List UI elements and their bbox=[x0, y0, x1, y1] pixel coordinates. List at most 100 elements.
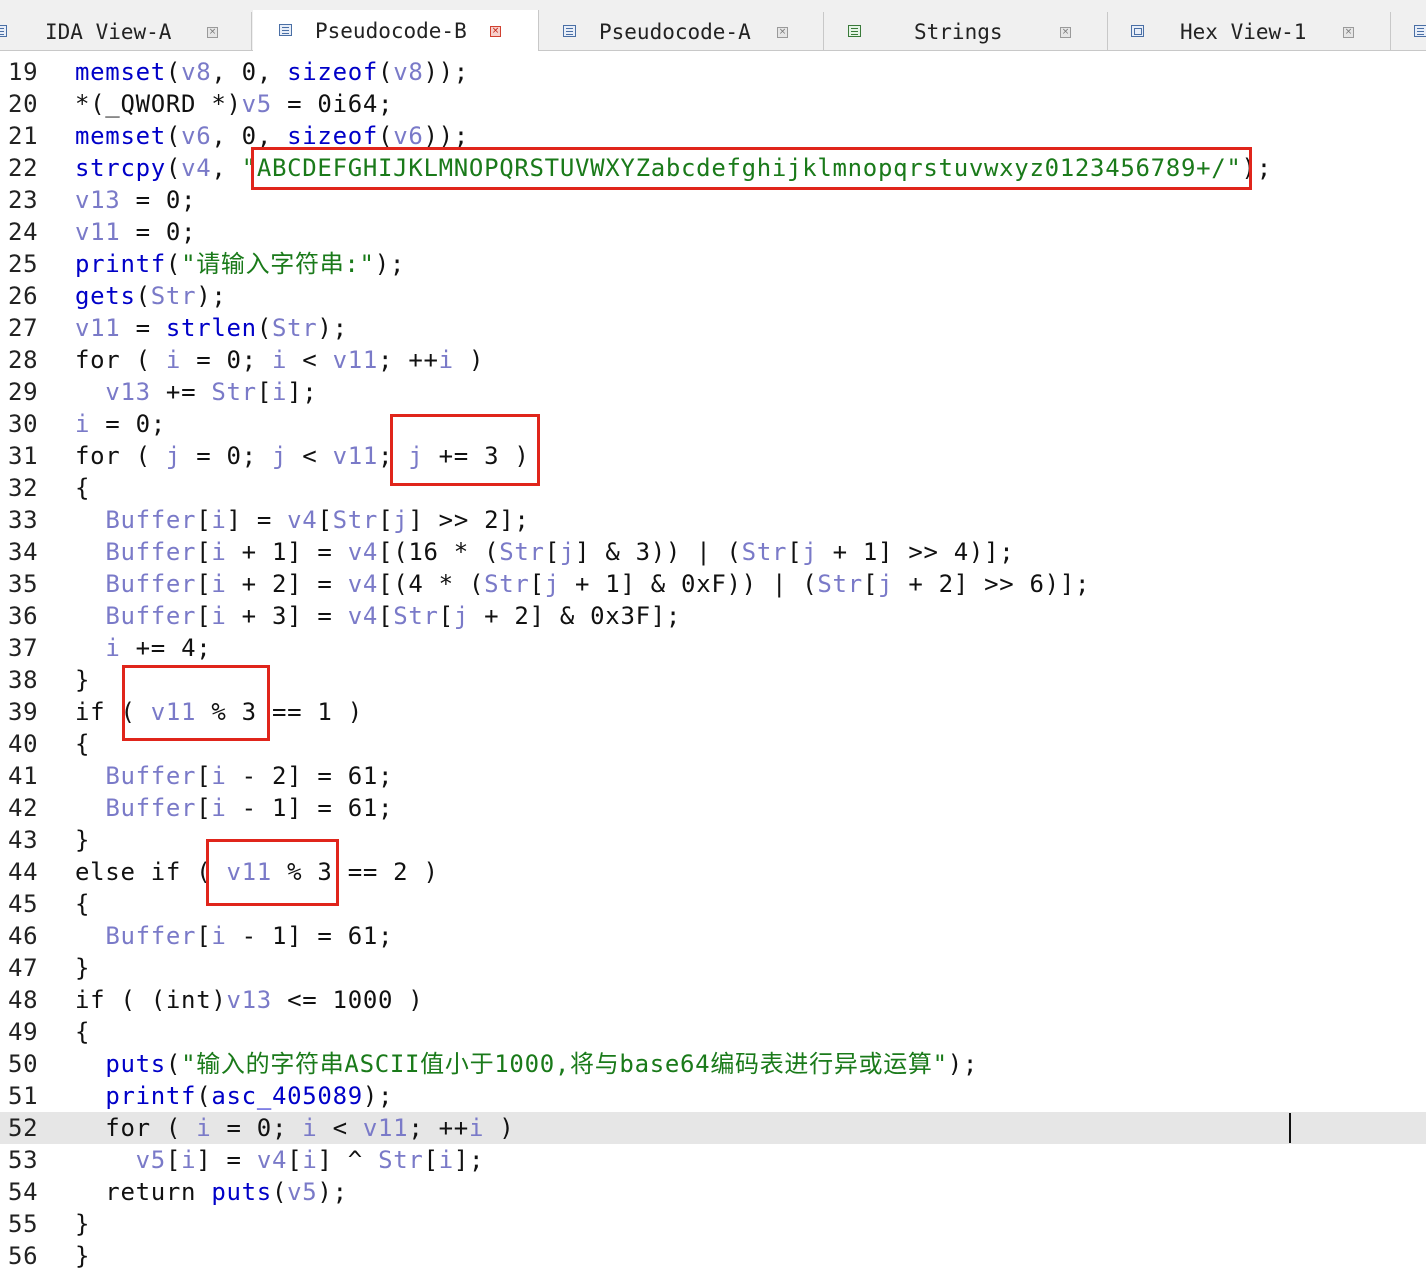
tab-label: Strings bbox=[914, 20, 1003, 44]
code-line[interactable]: 25 printf("请输入字符串:"); bbox=[0, 248, 1426, 280]
line-number: 48 bbox=[8, 986, 39, 1014]
code-line[interactable]: 31 for ( j = 0; j < v11; j += 3 ) bbox=[0, 440, 1426, 472]
line-number: 43 bbox=[8, 826, 39, 854]
code-text: i += 4; bbox=[105, 634, 212, 662]
code-line[interactable]: 29 v13 += Str[i]; bbox=[0, 376, 1426, 408]
code-text: gets(Str); bbox=[75, 282, 227, 310]
tab-bar: IDA View-A × Pseudocode-B × Pseudocode-A… bbox=[0, 0, 1426, 51]
code-line[interactable]: 51 printf(asc_405089); bbox=[0, 1080, 1426, 1112]
code-text: *(_QWORD *)v5 = 0i64; bbox=[75, 90, 394, 118]
code-line[interactable]: 28 for ( i = 0; i < v11; ++i ) bbox=[0, 344, 1426, 376]
code-line[interactable]: 53 v5[i] = v4[i] ^ Str[i]; bbox=[0, 1144, 1426, 1176]
line-number: 53 bbox=[8, 1146, 39, 1174]
code-line[interactable]: 42 Buffer[i - 1] = 61; bbox=[0, 792, 1426, 824]
listing-icon bbox=[1414, 25, 1426, 37]
tab-strings[interactable]: Strings × bbox=[825, 12, 1108, 50]
code-line[interactable]: 54 return puts(v5); bbox=[0, 1176, 1426, 1208]
code-text: { bbox=[75, 1018, 91, 1046]
line-number: 20 bbox=[8, 90, 39, 118]
line-number: 28 bbox=[8, 346, 39, 374]
close-icon[interactable]: × bbox=[207, 27, 218, 38]
code-line[interactable]: 20 *(_QWORD *)v5 = 0i64; bbox=[0, 88, 1426, 120]
tab-overflow[interactable] bbox=[1392, 12, 1426, 50]
code-line[interactable]: 27 v11 = strlen(Str); bbox=[0, 312, 1426, 344]
code-text: Buffer[i - 1] = 61; bbox=[105, 794, 394, 822]
line-number: 36 bbox=[8, 602, 39, 630]
code-line[interactable]: 50 puts("输入的字符串ASCII值小于1000,将与base64编码表进… bbox=[0, 1048, 1426, 1080]
code-line[interactable]: 32 { bbox=[0, 472, 1426, 504]
tab-pseudocode-a[interactable]: Pseudocode-A × bbox=[540, 12, 824, 50]
code-text: } bbox=[75, 954, 91, 982]
code-text: if ( (int)v13 <= 1000 ) bbox=[75, 986, 424, 1014]
close-icon[interactable]: × bbox=[777, 27, 788, 38]
code-text: } bbox=[75, 826, 91, 854]
line-number: 32 bbox=[8, 474, 39, 502]
line-number: 39 bbox=[8, 698, 39, 726]
code-text: memset(v8, 0, sizeof(v8)); bbox=[75, 58, 469, 86]
line-number: 51 bbox=[8, 1082, 39, 1110]
tab-label: IDA View-A bbox=[45, 20, 172, 44]
line-number: 46 bbox=[8, 922, 39, 950]
code-line[interactable]: 52 for ( i = 0; i < v11; ++i ) bbox=[0, 1112, 1426, 1144]
code-text: printf("请输入字符串:"); bbox=[75, 250, 406, 278]
code-line[interactable]: 26 gets(Str); bbox=[0, 280, 1426, 312]
line-number: 21 bbox=[8, 122, 39, 150]
code-text: v13 += Str[i]; bbox=[105, 378, 318, 406]
code-line[interactable]: 49 { bbox=[0, 1016, 1426, 1048]
code-line[interactable]: 47} bbox=[0, 952, 1426, 984]
close-icon[interactable]: × bbox=[1343, 27, 1354, 38]
strings-icon bbox=[848, 25, 861, 37]
line-number: 45 bbox=[8, 890, 39, 918]
line-number: 23 bbox=[8, 186, 39, 214]
line-number: 50 bbox=[8, 1050, 39, 1078]
code-line[interactable]: 37 i += 4; bbox=[0, 632, 1426, 664]
code-line[interactable]: 33 Buffer[i] = v4[Str[j] >> 2]; bbox=[0, 504, 1426, 536]
annotation-box-mod-3-eq-1 bbox=[122, 665, 270, 741]
code-line[interactable]: 30 i = 0; bbox=[0, 408, 1426, 440]
tab-pseudocode-b[interactable]: Pseudocode-B × bbox=[253, 10, 539, 51]
code-line[interactable]: 36 Buffer[i + 3] = v4[Str[j + 2] & 0x3F]… bbox=[0, 600, 1426, 632]
line-number: 22 bbox=[8, 154, 39, 182]
tab-hex-view-1[interactable]: Hex View-1 × bbox=[1109, 12, 1391, 50]
code-line[interactable]: 48 if ( (int)v13 <= 1000 ) bbox=[0, 984, 1426, 1016]
close-icon[interactable]: × bbox=[490, 26, 501, 37]
line-number: 30 bbox=[8, 410, 39, 438]
line-number: 40 bbox=[8, 730, 39, 758]
code-line[interactable]: 46 Buffer[i - 1] = 61; bbox=[0, 920, 1426, 952]
line-number: 44 bbox=[8, 858, 39, 886]
close-icon[interactable]: × bbox=[1060, 27, 1071, 38]
code-text: } bbox=[75, 1210, 91, 1238]
code-text: puts("输入的字符串ASCII值小于1000,将与base64编码表进行异或… bbox=[105, 1050, 979, 1078]
code-line[interactable]: 41 Buffer[i - 2] = 61; bbox=[0, 760, 1426, 792]
code-text: Buffer[i + 3] = v4[Str[j + 2] & 0x3F]; bbox=[105, 602, 682, 630]
code-text: i = 0; bbox=[75, 410, 166, 438]
code-text: } bbox=[75, 1242, 91, 1270]
line-number: 25 bbox=[8, 250, 39, 278]
tab-label: Pseudocode-B bbox=[315, 19, 467, 43]
line-number: 56 bbox=[8, 1242, 39, 1270]
line-number: 35 bbox=[8, 570, 39, 598]
code-text: printf(asc_405089); bbox=[105, 1082, 394, 1110]
code-line[interactable]: 19 memset(v8, 0, sizeof(v8)); bbox=[0, 56, 1426, 88]
line-number: 54 bbox=[8, 1178, 39, 1206]
line-number: 31 bbox=[8, 442, 39, 470]
code-line[interactable]: 24 v11 = 0; bbox=[0, 216, 1426, 248]
code-text: return puts(v5); bbox=[75, 1178, 348, 1206]
line-number: 37 bbox=[8, 634, 39, 662]
annotation-box-base64-table bbox=[251, 147, 1252, 190]
code-text: for ( i = 0; i < v11; ++i ) bbox=[75, 346, 485, 374]
listing-icon bbox=[0, 25, 7, 37]
code-text: } bbox=[75, 666, 91, 694]
annotation-box-step-3 bbox=[390, 414, 540, 486]
text-cursor bbox=[1289, 1113, 1291, 1143]
code-line[interactable]: 35 Buffer[i + 2] = v4[(4 * (Str[j + 1] &… bbox=[0, 568, 1426, 600]
code-line[interactable]: 56} bbox=[0, 1240, 1426, 1272]
code-text: v13 = 0; bbox=[75, 186, 197, 214]
code-text: Buffer[i - 2] = 61; bbox=[105, 762, 394, 790]
code-line[interactable]: 34 Buffer[i + 1] = v4[(16 * (Str[j] & 3)… bbox=[0, 536, 1426, 568]
tab-ida-view-a[interactable]: IDA View-A × bbox=[0, 12, 252, 50]
code-line[interactable]: 55} bbox=[0, 1208, 1426, 1240]
hex-icon bbox=[1131, 25, 1144, 37]
code-text: for ( i = 0; i < v11; ++i ) bbox=[75, 1114, 515, 1142]
pseudocode-icon bbox=[563, 25, 576, 37]
